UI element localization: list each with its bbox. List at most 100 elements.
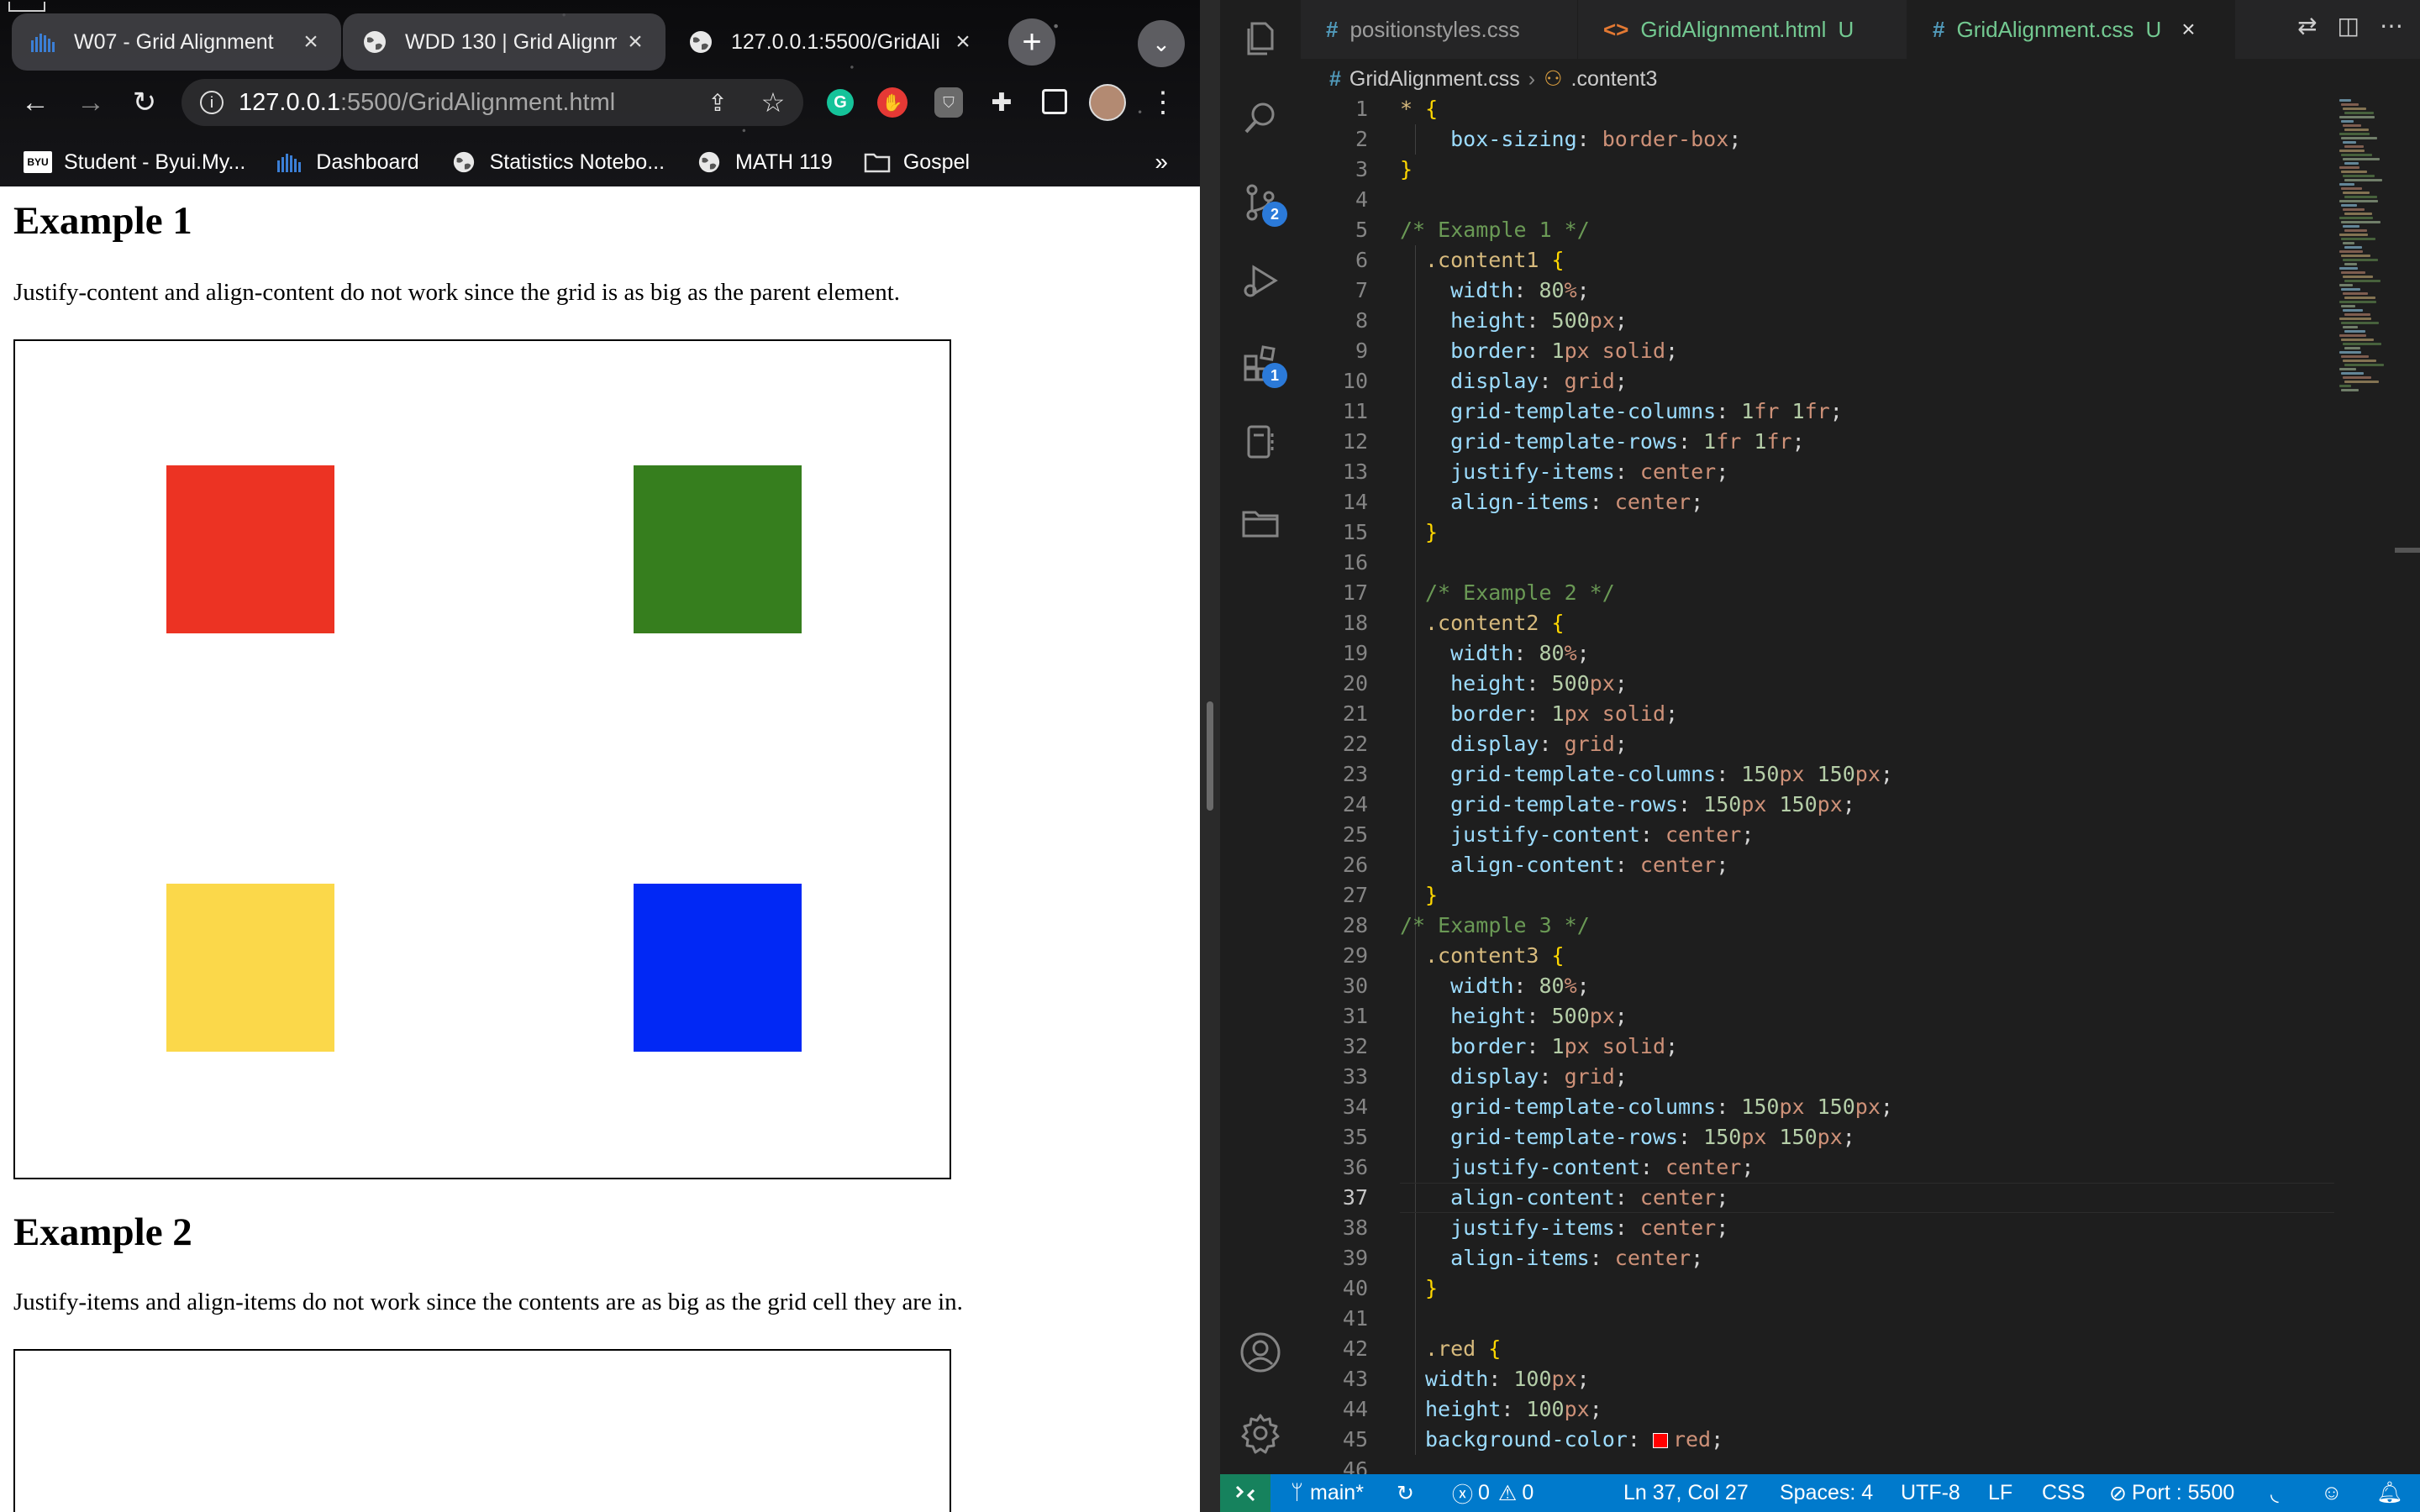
code-line[interactable]: 25 justify-content: center;	[1301, 820, 2334, 850]
avatar[interactable]	[1089, 84, 1126, 121]
browser-tab-3[interactable]: 127.0.0.1:5500/GridAli ×	[669, 13, 993, 71]
block-hand-icon[interactable]: ✋	[877, 87, 908, 118]
code-line[interactable]: 18 .content2 {	[1301, 608, 2334, 638]
editor-tab-gridalignment-css[interactable]: # GridAlignment.css U ×	[1907, 0, 2235, 59]
star-icon[interactable]: ☆	[753, 82, 793, 123]
split-divider[interactable]	[1200, 0, 1220, 1512]
code-line[interactable]: 1 * {	[1301, 94, 2334, 124]
settings-gear-icon[interactable]	[1237, 1410, 1284, 1457]
close-icon[interactable]: ×	[299, 28, 323, 56]
code-line[interactable]: 45 background-color: red;	[1301, 1425, 2334, 1455]
code-line[interactable]: 33 display: grid;	[1301, 1062, 2334, 1092]
close-icon[interactable]: ×	[623, 28, 647, 56]
notebook-icon[interactable]	[1237, 418, 1284, 465]
bookmark-math119[interactable]: MATH 119	[695, 150, 833, 175]
bookmark-gospel[interactable]: Gospel	[863, 150, 970, 175]
code-line[interactable]: 30 width: 80%;	[1301, 971, 2334, 1001]
code-line[interactable]: 15}	[1301, 517, 2334, 548]
feedback-icon[interactable]: ☺	[2321, 1474, 2343, 1512]
shield-icon[interactable]: ⛉	[934, 87, 963, 118]
code-line[interactable]: 40}	[1301, 1273, 2334, 1304]
code-line[interactable]: 28 /* Example 3 */	[1301, 911, 2334, 941]
code-line[interactable]: 6 .content1 {	[1301, 245, 2334, 276]
code-line[interactable]: 17 /* Example 2 */	[1301, 578, 2334, 608]
code-line[interactable]: 13 justify-items: center;	[1301, 457, 2334, 487]
code-line[interactable]: 24 grid-template-rows: 150px 150px;	[1301, 790, 2334, 820]
grammarly-icon[interactable]: G	[827, 89, 854, 116]
close-icon[interactable]: ×	[2181, 16, 2195, 43]
reload-icon[interactable]: ↻	[124, 82, 165, 123]
browser-tab-2[interactable]: WDD 130 | Grid Alignm ×	[343, 13, 666, 71]
back-icon[interactable]: ←	[15, 82, 55, 123]
split-editor-icon[interactable]: ◫	[2338, 12, 2360, 39]
remote-indicator-icon[interactable]	[1220, 1474, 1270, 1512]
code-line[interactable]: 34 grid-template-columns: 150px 150px;	[1301, 1092, 2334, 1122]
code-line[interactable]: 7 width: 80%;	[1301, 276, 2334, 306]
code-line[interactable]: 39 align-items: center;	[1301, 1243, 2334, 1273]
code-line[interactable]: 20 height: 500px;	[1301, 669, 2334, 699]
editor-tab-gridalignment-html[interactable]: <> GridAlignment.html U	[1578, 0, 1907, 59]
code-line[interactable]: 14 align-items: center;	[1301, 487, 2334, 517]
code-line[interactable]: 5 /* Example 1 */	[1301, 215, 2334, 245]
code-line[interactable]: 41	[1301, 1304, 2334, 1334]
live-server-status[interactable]: ⊘ Port : 5500	[2109, 1474, 2234, 1512]
bookmark-statistics[interactable]: Statistics Notebo...	[450, 150, 665, 175]
explorer-files-icon[interactable]	[1237, 15, 1284, 62]
language-mode[interactable]: CSS	[2042, 1474, 2085, 1512]
code-line[interactable]: 43 width: 100px;	[1301, 1364, 2334, 1394]
code-line[interactable]: 19 width: 80%;	[1301, 638, 2334, 669]
minimap[interactable]	[2334, 94, 2420, 1474]
sidepanel-icon[interactable]	[1042, 89, 1067, 114]
code-line[interactable]: 27}	[1301, 880, 2334, 911]
more-actions-icon[interactable]: ⋯	[2380, 12, 2403, 39]
new-tab-button[interactable]: +	[1008, 18, 1055, 66]
branch-status[interactable]: ᛘ main*	[1291, 1474, 1364, 1512]
encoding-status[interactable]: UTF-8	[1901, 1474, 1960, 1512]
code-line[interactable]: 23 grid-template-columns: 150px 150px;	[1301, 759, 2334, 790]
code-editor[interactable]: 1 * {2 box-sizing: border-box; 3} 4 5/* Exam…	[1301, 94, 2334, 1474]
code-line[interactable]: 26 align-content: center;	[1301, 850, 2334, 880]
tab-search-button[interactable]: ⌄	[1138, 20, 1185, 67]
code-line[interactable]: 29 .content3 {	[1301, 941, 2334, 971]
sync-icon[interactable]: ↻	[1397, 1474, 1414, 1512]
code-line[interactable]: 11 grid-template-columns: 1fr 1fr;	[1301, 396, 2334, 427]
indentation-status[interactable]: Spaces: 4	[1780, 1474, 1873, 1512]
scrollbar-thumb[interactable]	[2395, 548, 2420, 553]
close-icon[interactable]: ×	[951, 28, 975, 56]
code-line[interactable]: 3}	[1301, 155, 2334, 185]
cursor-position[interactable]: Ln 37, Col 27	[1623, 1474, 1749, 1512]
code-line[interactable]: 31 height: 500px;	[1301, 1001, 2334, 1032]
menu-kebab-icon[interactable]: ⋮	[1143, 82, 1183, 123]
code-line[interactable]: 8 height: 500px;	[1301, 306, 2334, 336]
code-line[interactable]: 16	[1301, 548, 2334, 578]
code-line[interactable]: 32 border: 1px solid;	[1301, 1032, 2334, 1062]
breadcrumb-symbol[interactable]: .content3	[1571, 67, 1658, 92]
code-line[interactable]: 2 box-sizing: border-box;	[1301, 124, 2334, 155]
info-icon[interactable]: i	[200, 91, 224, 114]
editor-tab-positionstyles[interactable]: # positionstyles.css	[1301, 0, 1578, 59]
share-icon[interactable]: ⇪	[697, 82, 738, 123]
problems-status[interactable]: ⓧ 0 ⚠ 0	[1452, 1474, 1534, 1512]
code-line[interactable]: 46	[1301, 1455, 2334, 1474]
code-line[interactable]: 42 .red {	[1301, 1334, 2334, 1364]
extensions-puzzle-icon[interactable]: ✚	[981, 82, 1022, 123]
folder-icon[interactable]	[1237, 499, 1284, 546]
bookmark-student[interactable]: BYU Student - Byui.My...	[24, 150, 245, 175]
account-icon[interactable]	[1237, 1329, 1284, 1376]
notifications-bell-icon[interactable]: 🔔︎	[2376, 1474, 2403, 1512]
bookmarks-overflow-button[interactable]: »	[1155, 149, 1168, 176]
code-line[interactable]: 10 display: grid;	[1301, 366, 2334, 396]
code-line[interactable]: 35 grid-template-rows: 150px 150px;	[1301, 1122, 2334, 1152]
code-line[interactable]: 38 justify-items: center;	[1301, 1213, 2334, 1243]
code-line[interactable]: 21 border: 1px solid;	[1301, 699, 2334, 729]
code-line[interactable]: 37 align-content: center;	[1301, 1183, 2334, 1213]
code-line[interactable]: 44 height: 100px;	[1301, 1394, 2334, 1425]
open-changes-icon[interactable]: ⇄	[2297, 12, 2317, 39]
browser-tab-1[interactable]: W07 - Grid Alignment ×	[12, 13, 341, 71]
eol-status[interactable]: LF	[1988, 1474, 2012, 1512]
forward-icon[interactable]: →	[71, 82, 111, 123]
code-line[interactable]: 12 grid-template-rows: 1fr 1fr;	[1301, 427, 2334, 457]
search-icon[interactable]	[1237, 94, 1284, 141]
breadcrumb-file[interactable]: GridAlignment.css	[1349, 67, 1520, 92]
code-line[interactable]: 22 display: grid;	[1301, 729, 2334, 759]
